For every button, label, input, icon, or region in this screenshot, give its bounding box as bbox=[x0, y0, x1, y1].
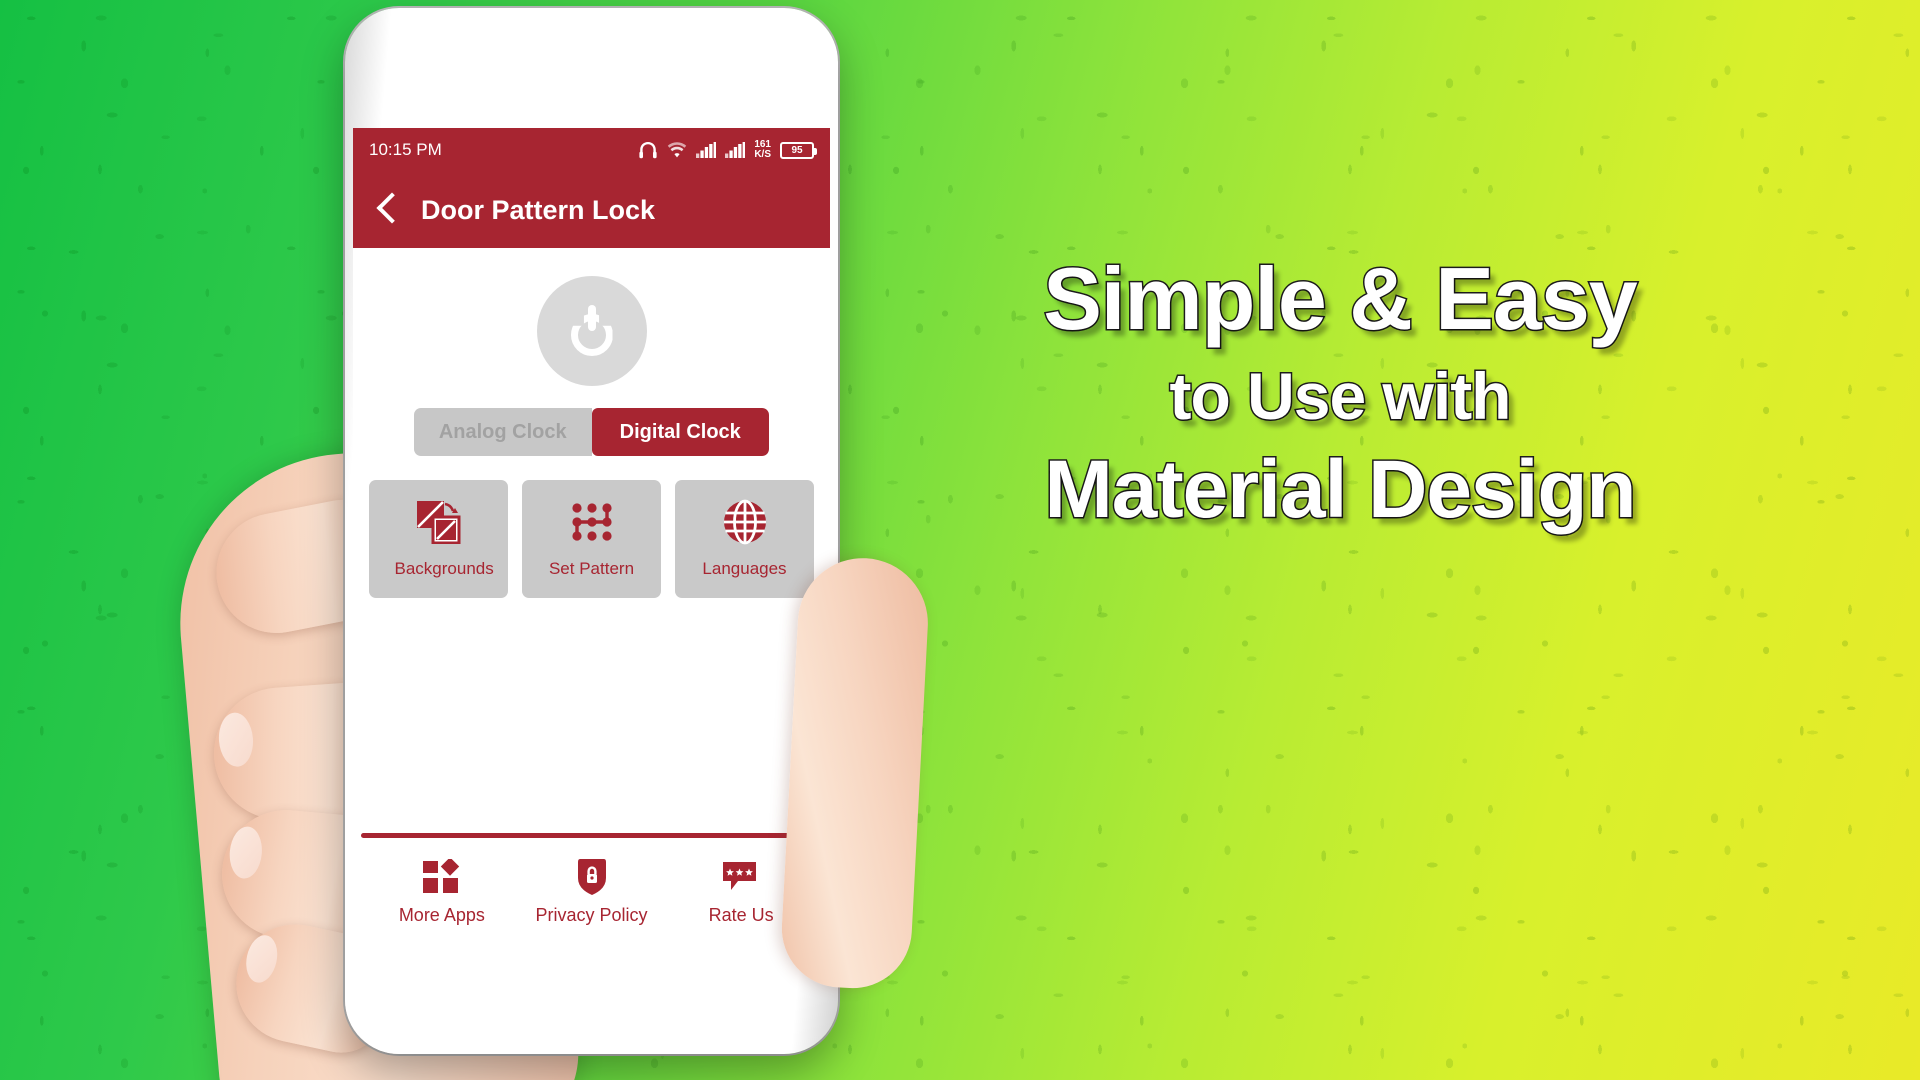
signal-two-icon bbox=[725, 142, 746, 158]
headphones-icon bbox=[639, 142, 657, 159]
pattern-grid-icon bbox=[568, 496, 616, 548]
network-speed-unit: K/S bbox=[754, 149, 771, 160]
signal-one-icon bbox=[696, 142, 717, 158]
card-languages[interactable]: Languages bbox=[675, 480, 814, 598]
promo-text: Simple & Easy to Use with Material Desig… bbox=[980, 249, 1700, 535]
card-label: Languages bbox=[702, 559, 787, 578]
chevron-left-icon[interactable] bbox=[375, 193, 395, 227]
apps-grid-icon bbox=[422, 856, 462, 898]
background-texture bbox=[0, 0, 1920, 1080]
wifi-icon bbox=[668, 142, 687, 158]
nav-label: Rate Us bbox=[708, 905, 774, 926]
app-content: Analog Clock Digital Clock Backgrounds S… bbox=[353, 248, 830, 943]
nav-item-rate-us[interactable]: Rate Us bbox=[666, 856, 816, 927]
tab-digital-clock[interactable]: Digital Clock bbox=[591, 408, 769, 456]
nav-label: Privacy Policy bbox=[535, 905, 648, 926]
tab-analog-clock[interactable]: Analog Clock bbox=[414, 408, 592, 456]
network-speed-indicator: 161 K/S bbox=[754, 140, 771, 160]
feature-card-row: Backgrounds Set Pattern Languages bbox=[369, 480, 814, 598]
page-title: Door Pattern Lock bbox=[421, 194, 656, 225]
power-toggle-button[interactable] bbox=[536, 276, 647, 386]
battery-level-text: 95 bbox=[791, 144, 803, 156]
phone-device: 10:15 PM 161 K/S 95 Door Pattern Lock An… bbox=[345, 8, 838, 1054]
background-gradient bbox=[0, 0, 1920, 1080]
power-button-row bbox=[353, 248, 830, 386]
card-label: Backgrounds bbox=[394, 559, 494, 578]
review-stars-icon bbox=[722, 856, 760, 898]
globe-icon bbox=[722, 496, 768, 548]
bottom-navigation: More Apps Privacy Policy Rate Us bbox=[353, 838, 830, 943]
promo-line-3: Material Design bbox=[1043, 444, 1638, 535]
shield-lock-icon bbox=[576, 856, 608, 898]
card-label: Set Pattern bbox=[548, 559, 635, 578]
power-icon bbox=[564, 303, 620, 359]
backgrounds-icon bbox=[416, 496, 462, 548]
promo-line-1: Simple & Easy bbox=[1042, 249, 1640, 348]
card-backgrounds[interactable]: Backgrounds bbox=[369, 480, 508, 598]
nav-item-privacy-policy[interactable]: Privacy Policy bbox=[517, 856, 667, 927]
nav-label: More Apps bbox=[398, 905, 485, 926]
status-bar-icons: 161 K/S 95 bbox=[638, 140, 817, 160]
nav-item-more-apps[interactable]: More Apps bbox=[367, 856, 517, 927]
card-set-pattern[interactable]: Set Pattern bbox=[522, 480, 661, 598]
phone-screen: 10:15 PM 161 K/S 95 Door Pattern Lock An… bbox=[353, 128, 830, 943]
clock-type-toggle[interactable]: Analog Clock Digital Clock bbox=[414, 408, 769, 456]
bottom-area: More Apps Privacy Policy Rate Us bbox=[353, 833, 830, 943]
status-bar: 10:15 PM 161 K/S 95 bbox=[353, 128, 830, 172]
status-bar-time: 10:15 PM bbox=[369, 140, 442, 159]
battery-icon: 95 bbox=[780, 141, 817, 159]
promo-line-2: to Use with bbox=[1168, 359, 1513, 433]
app-bar: Door Pattern Lock bbox=[353, 172, 830, 248]
